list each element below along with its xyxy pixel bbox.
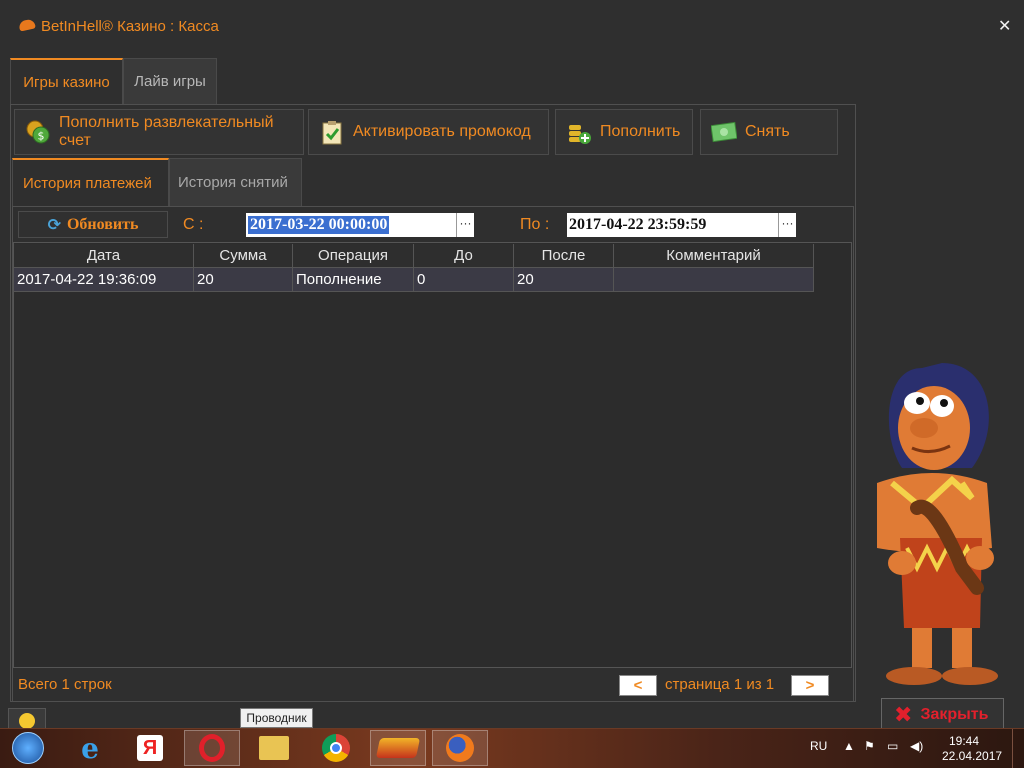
- column-header-operation[interactable]: Операция: [293, 244, 414, 268]
- network-icon[interactable]: ▭: [887, 739, 898, 753]
- close-button[interactable]: ✖ Закрыть: [881, 698, 1004, 732]
- smiley-icon: [19, 713, 35, 729]
- firefox-icon: [446, 734, 474, 762]
- flag-icon[interactable]: ⚑: [864, 739, 875, 753]
- date-from-input[interactable]: 2017-03-22 00:00:00: [246, 213, 456, 237]
- deposit-entertainment-button[interactable]: $ Пополнить развлекательный счет: [14, 109, 304, 155]
- date-to-label: По :: [520, 216, 550, 233]
- opera-icon: [199, 734, 225, 762]
- volume-icon[interactable]: ◀): [910, 739, 923, 753]
- payments-table: [13, 242, 852, 668]
- next-page-button[interactable]: >: [791, 675, 829, 696]
- row-count-label: Всего 1 строк: [18, 676, 112, 693]
- coin-stack-plus-icon: [569, 125, 591, 144]
- activate-promo-label: Активировать промокод: [353, 123, 531, 140]
- deposit-button[interactable]: Пополнить: [555, 109, 693, 155]
- taskbar-yandex[interactable]: Я: [122, 730, 178, 766]
- windows-logo-icon: [12, 732, 44, 764]
- taskbar-ie[interactable]: e: [62, 730, 118, 766]
- banknote-icon: [711, 121, 737, 143]
- app-logo-icon: [18, 18, 36, 32]
- table-cell-amount[interactable]: 20: [194, 268, 293, 292]
- table-cell-after[interactable]: 20: [514, 268, 614, 292]
- coins-dollar-icon: $: [26, 120, 50, 144]
- yandex-icon: Я: [137, 735, 163, 761]
- taskbar-explorer[interactable]: [246, 730, 302, 766]
- date-from-label: С :: [183, 216, 204, 233]
- tab-payment-history[interactable]: История платежей: [12, 158, 169, 206]
- window-close-icon[interactable]: ✕: [998, 16, 1011, 35]
- tray-expand-icon[interactable]: ▲: [843, 739, 855, 753]
- taskbar-opera[interactable]: [184, 730, 240, 766]
- refresh-icon: ⟳: [47, 215, 61, 234]
- svg-text:$: $: [38, 130, 45, 143]
- title-bar: BetInHell® Казино : Касса ✕: [0, 0, 1024, 52]
- table-cell-comment[interactable]: [614, 268, 814, 292]
- internet-explorer-icon: e: [81, 731, 99, 765]
- column-header-date[interactable]: Дата: [14, 244, 194, 268]
- chrome-icon: [322, 734, 350, 762]
- date-from-value: 2017-03-22 00:00:00: [248, 216, 390, 234]
- clock-date: 22.04.2017: [942, 749, 1003, 763]
- taskbar-firefox[interactable]: [432, 730, 488, 766]
- deposit-entertainment-label: Пополнить развлекательный счет: [59, 114, 274, 149]
- date-to-picker-button[interactable]: ···: [778, 213, 796, 237]
- table-cell-before[interactable]: 0: [414, 268, 514, 292]
- date-from-picker-button[interactable]: ···: [456, 213, 474, 237]
- page-indicator: страница 1 из 1: [665, 676, 775, 693]
- clipboard-check-icon: [322, 121, 342, 145]
- close-button-label: Закрыть: [920, 706, 989, 723]
- tab-withdrawal-history[interactable]: История снятий: [169, 158, 302, 206]
- table-cell-date[interactable]: 2017-04-22 19:36:09: [14, 268, 194, 292]
- refresh-label: Обновить: [66, 215, 139, 233]
- prev-page-button[interactable]: <: [619, 675, 657, 696]
- folder-icon: [259, 736, 289, 760]
- column-header-after[interactable]: После: [514, 244, 614, 268]
- column-header-comment[interactable]: Комментарий: [614, 244, 814, 268]
- withdraw-label: Снять: [745, 123, 790, 140]
- activate-promo-button[interactable]: Активировать промокод: [308, 109, 549, 155]
- column-header-amount[interactable]: Сумма: [194, 244, 293, 268]
- language-indicator[interactable]: RU: [810, 739, 827, 753]
- taskbar-betinhell[interactable]: [370, 730, 426, 766]
- date-to-value: 2017-04-22 23:59:59: [569, 216, 707, 233]
- clock-time: 19:44: [948, 734, 980, 748]
- window-title: BetInHell® Казино : Касса: [41, 18, 219, 35]
- start-button[interactable]: [0, 730, 56, 766]
- close-red-x-icon: ✖: [894, 702, 913, 728]
- column-header-before[interactable]: До: [414, 244, 514, 268]
- show-desktop-button[interactable]: [1012, 729, 1024, 768]
- betinhell-icon: [375, 738, 421, 758]
- caveman-mascot-icon: [877, 363, 998, 685]
- deposit-label: Пополнить: [600, 123, 681, 140]
- explorer-tooltip: Проводник: [240, 708, 313, 728]
- table-cell-operation[interactable]: Пополнение: [293, 268, 414, 292]
- tab-live-games[interactable]: Лайв игры: [123, 58, 217, 104]
- withdraw-button[interactable]: Снять: [700, 109, 838, 155]
- date-to-input[interactable]: 2017-04-22 23:59:59: [567, 213, 778, 237]
- refresh-button[interactable]: ⟳ Обновить: [18, 211, 168, 238]
- taskbar-clock[interactable]: 19:44 22.04.2017: [942, 734, 1003, 764]
- tab-casino-games[interactable]: Игры казино: [10, 58, 123, 104]
- taskbar-chrome[interactable]: [308, 730, 364, 766]
